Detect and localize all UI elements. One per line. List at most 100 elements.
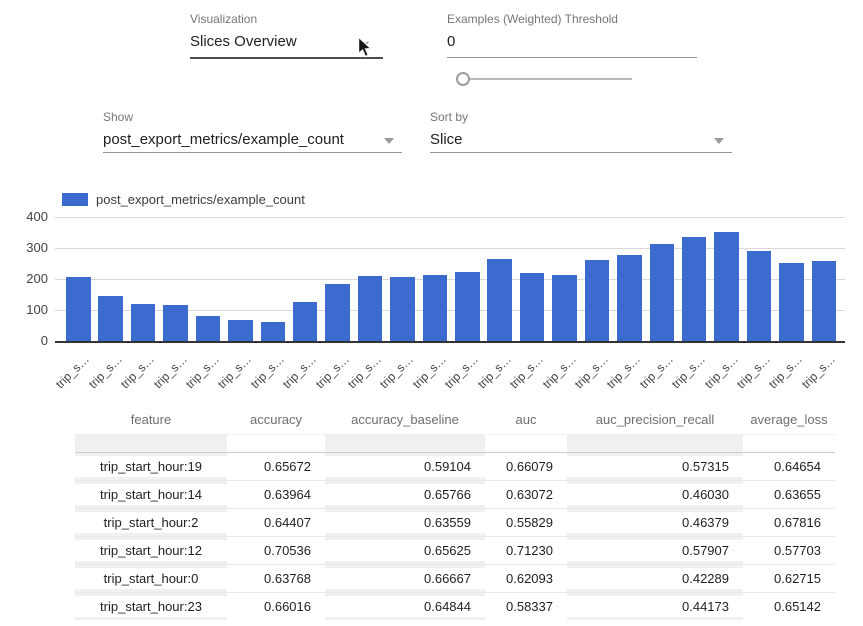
column-header-accuracy_baseline[interactable]: accuracy_baseline [325, 412, 485, 427]
y-axis-tick-label: 100 [0, 302, 48, 317]
table-cell: 0.46379 [567, 509, 743, 536]
visualization-value[interactable]: Slices Overview [190, 33, 383, 50]
threshold-input[interactable]: 0 [447, 33, 697, 50]
bar[interactable] [779, 263, 804, 341]
cell-value: 0.42289 [567, 568, 743, 589]
table-row[interactable]: trip_start_hour:230.660160.648440.583370… [75, 592, 835, 620]
bar[interactable] [358, 276, 383, 341]
bar[interactable] [455, 272, 480, 341]
table-filter-row [75, 434, 835, 453]
show-dropdown[interactable]: Show post_export_metrics/example_count [103, 110, 402, 148]
cell-value: 0.66667 [325, 568, 485, 589]
table-row[interactable]: trip_start_hour:190.656720.591040.66079 0… [75, 453, 835, 480]
cell-value: 0.58337 [485, 596, 567, 617]
metrics-table: featureaccuracyaccuracy_baselineaucauc_p… [75, 404, 835, 620]
cell-value: 0.59104 [325, 456, 485, 477]
bar[interactable] [228, 320, 253, 341]
bar[interactable] [390, 277, 415, 341]
bar[interactable] [650, 244, 675, 341]
table-cell: 0.63964 [227, 481, 325, 508]
threshold-slider[interactable] [456, 71, 632, 87]
filter-cell [485, 435, 567, 452]
cell-value: 0.65625 [325, 540, 485, 561]
cell-value: 0.70536 [227, 540, 325, 561]
table-cell: 0.55829 [485, 509, 567, 536]
table-cell: 0.58337 [485, 593, 567, 620]
cell-value: trip_start_hour:2 [75, 512, 227, 533]
cell-value: trip_start_hour:12 [75, 540, 227, 561]
show-underline [103, 152, 402, 153]
slices-overview-page: Visualization Slices Overview Examples (… [0, 0, 863, 626]
bar[interactable] [812, 261, 837, 341]
filter-cell [75, 435, 227, 452]
gridline [55, 217, 845, 218]
table-cell: 0.57703 [743, 537, 835, 564]
cell-value: 0.64654 [743, 456, 835, 477]
table-row[interactable]: trip_start_hour:00.637680.666670.620930.… [75, 564, 835, 592]
bar[interactable] [487, 259, 512, 341]
x-axis-tick-label: trip_s… [377, 352, 416, 391]
table-cell: trip_start_hour:12 [75, 537, 227, 564]
x-axis-tick-label: trip_s… [799, 352, 838, 391]
table-cell: 0.66016 [227, 593, 325, 620]
threshold-input-field[interactable]: Examples (Weighted) Threshold 0 [447, 12, 697, 50]
visualization-dropdown[interactable]: Visualization Slices Overview [190, 12, 383, 50]
filter-cell [325, 435, 485, 452]
table-cell: trip_start_hour:14 [75, 481, 227, 508]
bar[interactable] [98, 296, 123, 341]
table-cell: trip_start_hour:19 [75, 453, 227, 480]
show-value[interactable]: post_export_metrics/example_count [103, 131, 402, 148]
bar[interactable] [617, 255, 642, 341]
slider-track[interactable] [462, 78, 632, 80]
slider-thumb[interactable] [456, 72, 470, 86]
x-axis-tick-label: trip_s… [669, 352, 708, 391]
table-cell: trip_start_hour:23 [75, 593, 227, 620]
table-row[interactable]: trip_start_hour:120.705360.656250.71230 0… [75, 536, 835, 564]
column-header-average_loss[interactable]: average_loss [743, 412, 835, 427]
table-cell: 0.66079 [485, 453, 567, 480]
column-header-auc_precision_recall[interactable]: auc_precision_recall [567, 412, 743, 427]
chevron-down-icon [384, 138, 394, 144]
sort-by-dropdown[interactable]: Sort by Slice [430, 110, 732, 148]
table-cell: 0.63559 [325, 509, 485, 536]
visualization-underline [190, 57, 383, 59]
bar[interactable] [293, 302, 318, 341]
x-axis-tick-label: trip_s… [604, 352, 643, 391]
bar[interactable] [325, 284, 350, 341]
column-header-auc[interactable]: auc [485, 412, 567, 427]
table-row[interactable]: trip_start_hour:140.639640.657660.630720… [75, 480, 835, 508]
bar[interactable] [423, 275, 448, 341]
bar[interactable] [196, 316, 221, 341]
table-row[interactable]: trip_start_hour:20.644070.635590.558290.… [75, 508, 835, 536]
cell-value: 0.71230 [485, 540, 567, 561]
bar[interactable] [747, 251, 772, 341]
sort-by-label: Sort by [430, 110, 732, 124]
table-cell: 0.63768 [227, 565, 325, 592]
bar[interactable] [520, 273, 545, 341]
cell-value: 0.63072 [485, 484, 567, 505]
sort-by-value[interactable]: Slice [430, 131, 732, 148]
cell-value: 0.63559 [325, 512, 485, 533]
table-cell: 0.65142 [743, 593, 835, 620]
bar[interactable] [552, 275, 577, 341]
x-axis-tick-label: trip_s… [53, 352, 92, 391]
chart-legend: post_export_metrics/example_count [62, 192, 305, 207]
table-cell: 0.46030 [567, 481, 743, 508]
bar[interactable] [261, 322, 286, 341]
bar[interactable] [163, 305, 188, 341]
table-cell: 0.44173 [567, 593, 743, 620]
bar[interactable] [131, 304, 156, 341]
bar[interactable] [66, 277, 91, 341]
filter-cell [567, 435, 743, 452]
table-cell: 0.67816 [743, 509, 835, 536]
column-header-feature[interactable]: feature [75, 412, 227, 427]
y-axis-tick-label: 300 [0, 240, 48, 255]
table-cell: 0.65766 [325, 481, 485, 508]
bar[interactable] [714, 232, 739, 341]
column-header-accuracy[interactable]: accuracy [227, 412, 325, 427]
table-cell: 0.62093 [485, 565, 567, 592]
bar[interactable] [585, 260, 610, 341]
x-axis-tick-label: trip_s… [734, 352, 773, 391]
bar[interactable] [682, 237, 707, 341]
table-cell: 0.65672 [227, 453, 325, 480]
